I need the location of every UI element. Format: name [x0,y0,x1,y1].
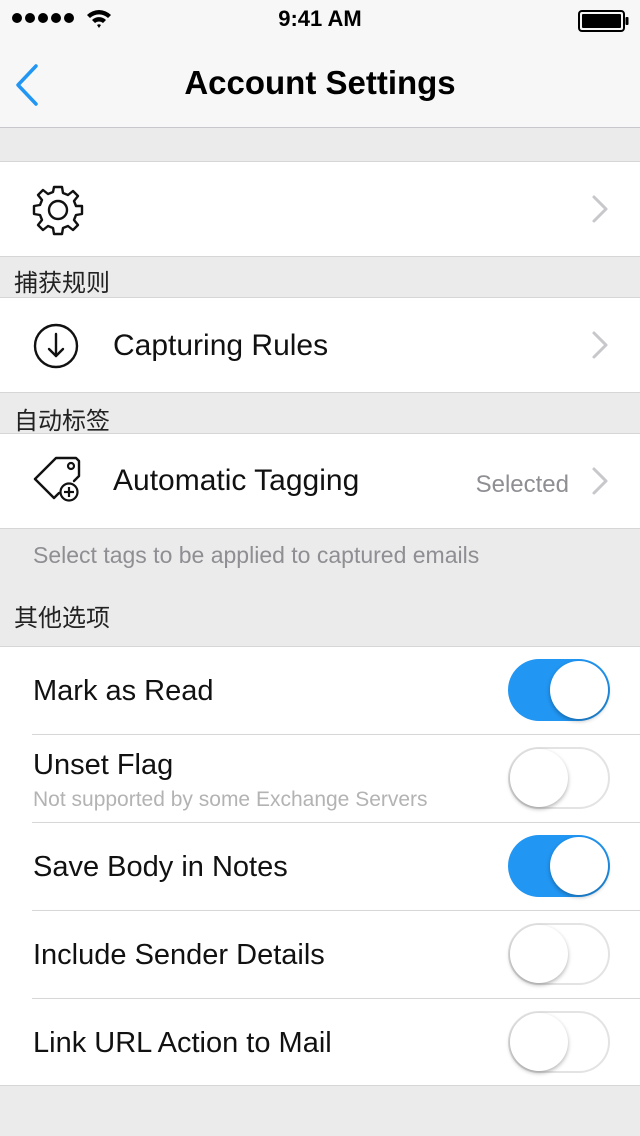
tag-plus-icon [33,456,81,502]
tagging-footer-note: Select tags to be applied to captured em… [33,542,480,568]
page-title: Account Settings [184,64,456,101]
option-label: Unset Flag [33,749,174,781]
chevron-right-icon [592,467,608,495]
account-settings-row[interactable] [0,161,640,257]
toggle-knob [510,749,568,807]
toggle-knob [550,661,608,719]
option-label: Include Sender Details [33,939,325,971]
link-url-action-toggle[interactable] [508,1011,610,1073]
chevron-right-icon [592,195,608,223]
tagging-section-header: 自动标签 [14,408,110,435]
option-label: Mark as Read [33,675,214,707]
toggle-knob [550,837,608,895]
status-bar: 9:41 AM [0,0,640,40]
include-sender-details-toggle[interactable] [508,923,610,985]
navigation-bar: Account Settings [0,40,640,128]
download-circle-icon [33,323,79,369]
option-sublabel: Not supported by some Exchange Servers [33,788,428,811]
toggle-knob [510,1013,568,1071]
chevron-right-icon [592,331,608,359]
option-row-unset-flag: Unset Flag Not supported by some Exchang… [32,735,640,823]
gear-icon [32,185,84,236]
options-section-header: 其他选项 [14,605,110,632]
options-group: Mark as Read Unset Flag Not supported by… [0,646,640,1086]
option-label: Link URL Action to Mail [33,1027,332,1059]
mark-as-read-toggle[interactable] [508,659,610,721]
capturing-section-header: 捕获规则 [14,270,110,297]
option-label: Save Body in Notes [33,851,288,883]
automatic-tagging-value: Selected [475,471,569,498]
toggle-knob [510,925,568,983]
automatic-tagging-label: Automatic Tagging [113,464,360,497]
save-body-in-notes-toggle[interactable] [508,835,610,897]
option-row-mark-as-read: Mark as Read [32,647,640,735]
unset-flag-toggle[interactable] [508,747,610,809]
capturing-rules-label: Capturing Rules [113,329,329,362]
automatic-tagging-row[interactable]: Automatic Tagging Selected [0,433,640,529]
battery-icon [578,10,629,32]
option-row-link-url-action: Link URL Action to Mail [32,999,640,1087]
option-row-include-sender-details: Include Sender Details [32,911,640,999]
option-row-save-body-in-notes: Save Body in Notes [32,823,640,911]
status-time: 9:41 AM [278,6,362,31]
capturing-rules-row[interactable]: Capturing Rules [0,297,640,393]
